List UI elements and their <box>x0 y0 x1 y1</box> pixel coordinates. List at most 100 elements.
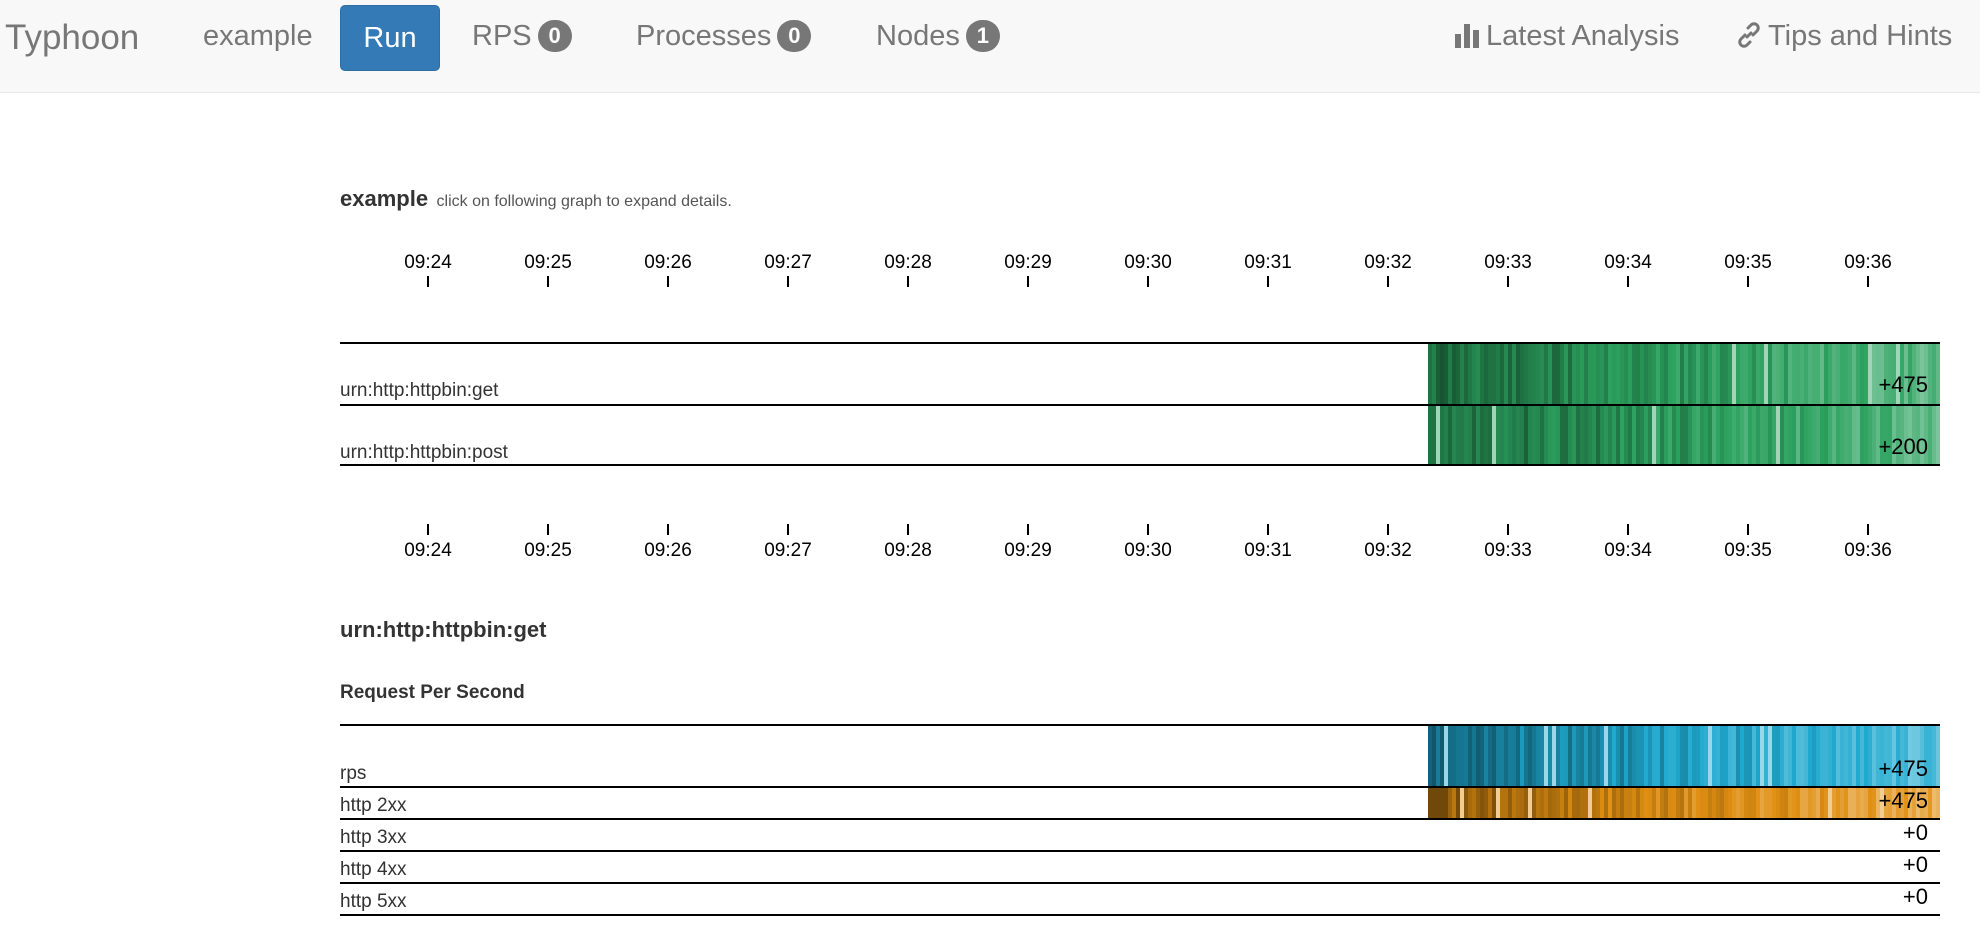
detail-row-label: rps <box>340 763 367 784</box>
time-tick-label: 09:29 <box>1004 540 1052 561</box>
time-tick-mark <box>1267 276 1269 287</box>
overview-row-value: +200 <box>1878 434 1928 459</box>
nodes-count-badge: 1 <box>965 20 1000 52</box>
time-tick-mark <box>1507 276 1509 287</box>
detail-title: urn:http:httpbin:get <box>340 617 547 642</box>
time-tick-mark <box>1387 276 1389 287</box>
tips-hints-label: Tips and Hints <box>1768 20 1953 52</box>
time-tick-mark <box>907 276 909 287</box>
rps-count-badge: 0 <box>537 20 572 52</box>
overview-title: example <box>340 186 429 211</box>
time-tick-mark <box>547 524 549 535</box>
time-tick-label: 09:25 <box>524 252 572 273</box>
heat-cell <box>1936 726 1940 786</box>
nav-tips-hints[interactable]: Tips and Hints <box>1736 22 1952 51</box>
row-divider <box>340 850 1940 852</box>
time-tick-label: 09:27 <box>764 252 812 273</box>
detail-row-value: +0 <box>1902 820 1928 845</box>
time-tick-label: 09:32 <box>1364 252 1412 273</box>
detail-row-value: +0 <box>1902 884 1928 909</box>
brand-logo[interactable]: Typhoon <box>5 20 139 55</box>
time-tick-mark <box>1627 276 1629 287</box>
time-tick-mark <box>1747 524 1749 535</box>
time-tick-mark <box>667 276 669 287</box>
nav-processes[interactable]: Processes 0 <box>636 20 812 52</box>
time-tick-label: 09:26 <box>644 252 692 273</box>
bar-chart-icon <box>1455 24 1479 48</box>
top-navbar: Typhoon example Run RPS 0 Processes 0 Node… <box>0 0 1980 93</box>
row-divider <box>340 914 1940 916</box>
time-tick-label: 09:30 <box>1124 540 1172 561</box>
time-axis-bottom: 09:24 09:25 09:26 09:27 09:28 09:29 09:30 09:31… <box>340 524 1940 584</box>
time-axis-top: 09:24 09:25 09:26 09:27 09:28 09:29 09:30 09:31… <box>340 252 1940 312</box>
time-tick-label: 09:29 <box>1004 252 1052 273</box>
time-tick-mark <box>1027 276 1029 287</box>
time-tick-label: 09:34 <box>1604 540 1652 561</box>
detail-subtitle: Request Per Second <box>340 682 525 703</box>
time-tick-mark <box>907 524 909 535</box>
detail-row-value: +475 <box>1878 756 1928 781</box>
time-tick-label: 09:34 <box>1604 252 1652 273</box>
time-tick-mark <box>427 524 429 535</box>
time-tick-label: 09:33 <box>1484 252 1532 273</box>
detail-row-label: http 5xx <box>340 891 407 912</box>
nav-rps[interactable]: RPS 0 <box>472 20 572 52</box>
time-tick-label: 09:24 <box>404 252 452 273</box>
nav-processes-label: Processes <box>636 20 772 52</box>
overview-graph[interactable]: urn:http:httpbin:get +475 urn:http:httpb… <box>340 342 1940 466</box>
overview-row-value: +475 <box>1878 372 1928 397</box>
heat-band-rps[interactable] <box>1428 726 1940 786</box>
time-tick-mark <box>1147 276 1149 287</box>
time-tick-mark <box>667 524 669 535</box>
time-tick-label: 09:35 <box>1724 252 1772 273</box>
time-tick-mark <box>787 524 789 535</box>
processes-count-badge: 0 <box>777 20 812 52</box>
heat-cell <box>1936 406 1940 464</box>
heat-cell <box>1936 344 1940 404</box>
time-tick-label: 09:24 <box>404 540 452 561</box>
time-tick-mark <box>787 276 789 287</box>
nav-nodes-label: Nodes <box>876 20 960 52</box>
time-tick-mark <box>1387 524 1389 535</box>
time-tick-mark <box>1867 276 1869 287</box>
time-tick-label: 09:27 <box>764 540 812 561</box>
time-tick-label: 09:25 <box>524 540 572 561</box>
heat-band-get[interactable] <box>1428 344 1940 404</box>
time-tick-mark <box>1747 276 1749 287</box>
heat-band-2xx[interactable] <box>1428 788 1940 818</box>
detail-row-label: http 3xx <box>340 827 407 848</box>
heat-cell <box>1936 788 1940 818</box>
time-tick-label: 09:36 <box>1844 540 1892 561</box>
row-divider <box>340 818 1940 820</box>
overview-row-label[interactable]: urn:http:httpbin:get <box>340 380 498 402</box>
time-tick-label: 09:33 <box>1484 540 1532 561</box>
overview-row-label[interactable]: urn:http:httpbin:post <box>340 442 508 464</box>
detail-row-label: http 4xx <box>340 859 407 880</box>
detail-graph[interactable]: rps +475 http 2xx +475 http 3xx +0 http … <box>340 724 1940 916</box>
time-tick-label: 09:28 <box>884 540 932 561</box>
time-tick-mark <box>427 276 429 287</box>
time-tick-mark <box>1867 524 1869 535</box>
nav-example[interactable]: example <box>203 22 313 51</box>
run-button[interactable]: Run <box>340 5 440 71</box>
time-tick-label: 09:28 <box>884 252 932 273</box>
time-tick-label: 09:35 <box>1724 540 1772 561</box>
nav-nodes[interactable]: Nodes 1 <box>876 20 1000 52</box>
time-tick-label: 09:31 <box>1244 252 1292 273</box>
nav-latest-analysis[interactable]: Latest Analysis <box>1454 22 1679 51</box>
detail-row-label: http 2xx <box>340 795 407 816</box>
row-divider <box>340 464 1940 466</box>
time-tick-mark <box>1507 524 1509 535</box>
time-tick-label: 09:32 <box>1364 540 1412 561</box>
time-tick-label: 09:26 <box>644 540 692 561</box>
overview-hint: click on following graph to expand detai… <box>436 193 732 210</box>
overview-title-row: example click on following graph to expa… <box>340 186 732 212</box>
heat-band-post[interactable] <box>1428 406 1940 464</box>
nav-rps-label: RPS <box>472 20 532 52</box>
time-tick-mark <box>1627 524 1629 535</box>
latest-analysis-label: Latest Analysis <box>1486 20 1680 52</box>
time-tick-label: 09:31 <box>1244 540 1292 561</box>
time-tick-mark <box>1027 524 1029 535</box>
time-tick-label: 09:30 <box>1124 252 1172 273</box>
time-tick-mark <box>1267 524 1269 535</box>
